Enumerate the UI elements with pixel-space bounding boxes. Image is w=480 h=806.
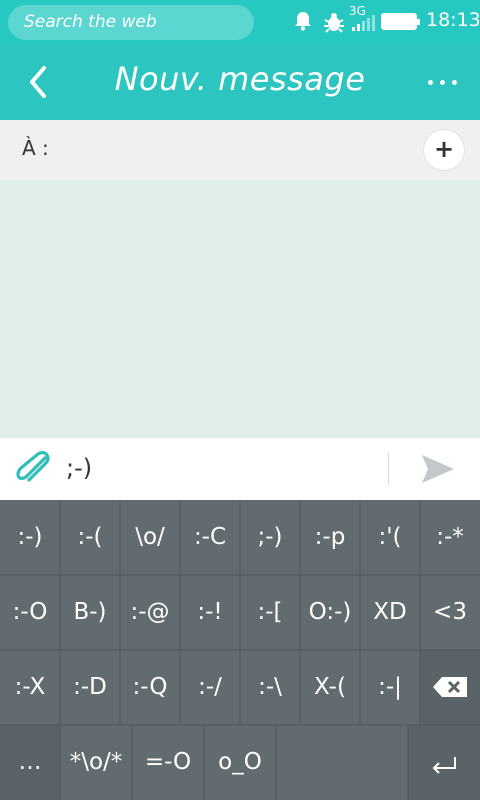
- key[interactable]: :-/: [180, 650, 240, 725]
- key[interactable]: :-\: [240, 650, 300, 725]
- recipient-label: À :: [22, 136, 49, 160]
- bug-icon: [322, 10, 346, 38]
- key[interactable]: :-C: [180, 500, 240, 575]
- backspace-icon: [433, 677, 467, 697]
- key[interactable]: :-D: [60, 650, 120, 725]
- enter-icon: [432, 757, 456, 774]
- key[interactable]: :-X: [0, 650, 60, 725]
- send-button[interactable]: [420, 452, 456, 486]
- recipient-field[interactable]: À :: [0, 120, 480, 180]
- plus-icon: +: [433, 135, 455, 163]
- key[interactable]: X-(: [300, 650, 360, 725]
- paperclip-icon: [16, 451, 50, 482]
- enter-key[interactable]: [408, 725, 480, 800]
- key[interactable]: ;-): [240, 500, 300, 575]
- key[interactable]: :-): [0, 500, 60, 575]
- key[interactable]: *\o/*: [60, 725, 132, 800]
- message-input[interactable]: ;-): [66, 450, 376, 486]
- key[interactable]: :-p: [300, 500, 360, 575]
- key[interactable]: …: [0, 725, 60, 800]
- battery-icon: [381, 13, 420, 30]
- key[interactable]: :-(: [60, 500, 120, 575]
- key[interactable]: O:-): [300, 575, 360, 650]
- signal-icon: [352, 15, 376, 31]
- page-title: Nouv. message: [114, 60, 366, 98]
- key[interactable]: :-*: [420, 500, 480, 575]
- key[interactable]: :-!: [180, 575, 240, 650]
- message-thread-area: [0, 180, 480, 438]
- key[interactable]: :-O: [0, 575, 60, 650]
- app-header: Nouv. message: [0, 44, 480, 120]
- clock: 18:13: [426, 9, 480, 31]
- more-options-button[interactable]: [425, 72, 461, 92]
- send-icon: [422, 455, 454, 483]
- ellipsis-dot: [440, 80, 445, 85]
- notification-bell-icon: [292, 10, 314, 36]
- key[interactable]: =-O: [132, 725, 204, 800]
- key[interactable]: o_O: [204, 725, 276, 800]
- key[interactable]: :-|: [360, 650, 420, 725]
- status-bar: Search the web 3G 18:13: [0, 0, 480, 44]
- search-input[interactable]: Search the web: [8, 5, 254, 40]
- key[interactable]: :-[: [240, 575, 300, 650]
- compose-divider: [388, 453, 389, 485]
- backspace-key[interactable]: [420, 650, 480, 725]
- key[interactable]: :'(: [360, 500, 420, 575]
- empty-key: [276, 725, 408, 800]
- key[interactable]: XD: [360, 575, 420, 650]
- attach-button[interactable]: [14, 449, 54, 489]
- key[interactable]: \o/: [120, 500, 180, 575]
- ellipsis-dot: [452, 80, 457, 85]
- compose-bar: ;-): [0, 438, 480, 500]
- key[interactable]: :-@: [120, 575, 180, 650]
- add-recipient-button[interactable]: +: [424, 130, 464, 170]
- key[interactable]: :-Q: [120, 650, 180, 725]
- ellipsis-icon: [428, 80, 433, 85]
- emoticon-keyboard: :-) :-( \o/ :-C ;-) :-p :'( :-* :-O B-) …: [0, 500, 480, 800]
- key[interactable]: B-): [60, 575, 120, 650]
- key[interactable]: <3: [420, 575, 480, 650]
